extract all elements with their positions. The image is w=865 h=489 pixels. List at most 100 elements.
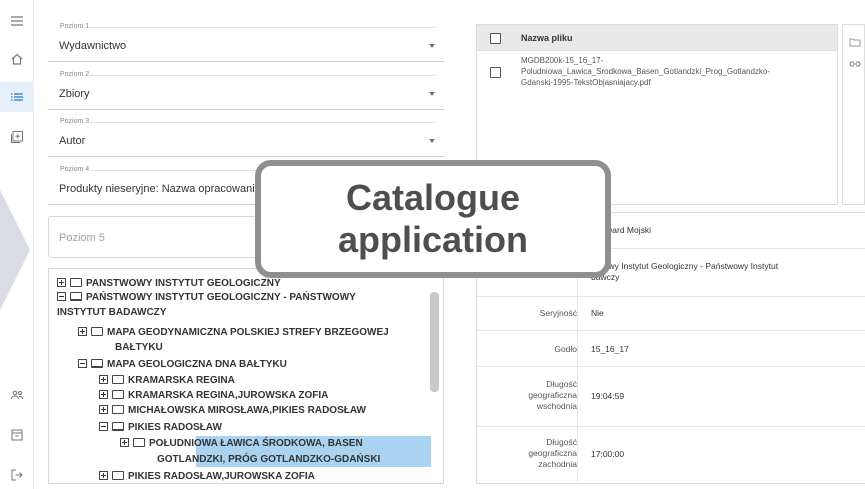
folder-icon	[112, 375, 124, 384]
tree-item-label: MICHAŁOWSKA MIROSŁAWA,PIKIES RADOSŁAW	[128, 405, 366, 416]
add-box-icon[interactable]	[0, 122, 34, 152]
metadata-key-line: geograficzna	[528, 448, 577, 458]
list-icon[interactable]	[0, 82, 34, 112]
folder-icon	[91, 327, 103, 336]
metadata-key: Seryjność	[539, 308, 577, 318]
metadata-key-line: geograficzna	[528, 390, 577, 400]
menu-icon[interactable]	[0, 6, 34, 36]
expand-icon[interactable]	[120, 438, 129, 447]
tree-item-selected[interactable]: POŁUDNIOWA ŁAWICA ŚRODKOWA, BASEN	[120, 437, 363, 450]
metadata-value: stwowy Instytut Geologiczny - Państwowy …	[591, 261, 851, 283]
tree-item-label: KRAMARSKA REGINA	[128, 375, 235, 386]
tree-item-label: MAPA GEOLOGICZNA DNA BAŁTYKU	[107, 359, 287, 370]
chevron-decoration	[0, 190, 30, 310]
metadata-value: 15_16_17	[591, 344, 629, 354]
metadata-key-line: zachodnia	[538, 459, 577, 469]
level1-select[interactable]: Poziom 1 Wydawnictwo	[48, 22, 444, 62]
level4-value: Produkty nieseryjne: Nazwa opracowania	[59, 183, 261, 195]
folder-icon	[112, 471, 124, 480]
metadata-row: Długość geograficzna zachodnia 17:00:00	[477, 427, 865, 485]
folder-icon	[70, 278, 82, 287]
expand-icon[interactable]	[99, 405, 108, 414]
metadata-value-line: stwowy Instytut Geologiczny - Państwowy …	[591, 261, 779, 271]
tree-item[interactable]: PANSTWOWY INSTYTUT GEOLOGICZNY	[57, 277, 281, 290]
callout-line1: Catalogue	[345, 177, 521, 218]
select-all-checkbox[interactable]	[490, 33, 501, 44]
home-icon[interactable]	[0, 44, 34, 74]
logout-icon[interactable]	[0, 460, 34, 489]
tree-item[interactable]: MAPA GEODYNAMICZNA POLSKIEJ STREFY BRZEG…	[78, 326, 389, 339]
link-icon[interactable]	[849, 59, 861, 69]
tree-item-label: PIKIES RADOSŁAW,JUROWSKA ZOFIA	[128, 471, 315, 482]
collapse-icon[interactable]	[78, 359, 87, 368]
file-name-header: Nazwa pliku	[521, 33, 573, 43]
chevron-down-icon	[429, 44, 435, 48]
folder-open-icon	[91, 359, 103, 368]
level2-label: Poziom 2	[60, 71, 90, 78]
tree-item[interactable]: MICHAŁOWSKA MIROSŁAWA,PIKIES RADOSŁAW	[99, 404, 366, 417]
collapse-icon[interactable]	[99, 422, 108, 431]
expand-icon[interactable]	[78, 327, 87, 336]
metadata-key: Godło	[554, 344, 577, 354]
expand-icon[interactable]	[57, 278, 66, 287]
archive-icon[interactable]	[0, 420, 34, 450]
metadata-key: Długość geograficzna wschodnia	[477, 379, 577, 412]
tree-item-label-cont: INSTYTUT BADAWCZY	[57, 307, 167, 318]
folder-icon[interactable]	[849, 37, 861, 47]
file-checkbox[interactable]	[490, 67, 501, 78]
metadata-value: f Edward Mojski	[591, 225, 651, 235]
metadata-key-line: Długość	[546, 379, 577, 389]
file-name-line: Poludniowa_Lawica_Srodkowa_Basen_Gotland…	[521, 67, 771, 76]
metadata-value: Nie	[591, 308, 604, 318]
level2-value: Zbiory	[59, 88, 90, 100]
tree-item[interactable]: PAŃSTWOWY INSTYTUT GEOLOGICZNY - PAŃSTWO…	[57, 291, 356, 304]
folder-icon	[133, 438, 145, 447]
expand-icon[interactable]	[99, 471, 108, 480]
folder-icon	[112, 405, 124, 414]
metadata-value-line: dawczy	[591, 272, 620, 282]
expand-icon[interactable]	[99, 375, 108, 384]
tree-item-label: MAPA GEODYNAMICZNA POLSKIEJ STREFY BRZEG…	[107, 327, 389, 338]
metadata-row: Długość geograficzna wschodnia 19:04:59	[477, 367, 865, 427]
file-name-line: Gdanski-1995-TekstObjasniajacy.pdf	[521, 78, 651, 87]
tree-scrollbar[interactable]	[430, 292, 439, 392]
file-tools	[842, 24, 865, 205]
tree-panel: PANSTWOWY INSTYTUT GEOLOGICZNY PAŃSTWOWY…	[48, 268, 444, 484]
file-name[interactable]: MGDB200k-15_16_17- Poludniowa_Lawica_Sro…	[521, 55, 770, 88]
tree-item[interactable]: PIKIES RADOSŁAW,JUROWSKA ZOFIA	[99, 470, 315, 483]
tree-item-label: POŁUDNIOWA ŁAWICA ŚRODKOWA, BASEN	[149, 438, 363, 449]
tree-item-label-cont: GOTLANDZKI, PRÓG GOTLANDZKO-GDAŃSKI	[157, 454, 381, 465]
callout-line2: application	[337, 219, 529, 260]
metadata-row: Seryjność Nie	[477, 297, 865, 331]
collapse-icon[interactable]	[57, 292, 66, 301]
tree-item-label: KRAMARSKA REGINA,JUROWSKA ZOFIA	[128, 390, 329, 401]
metadata-key-line: Długość	[546, 437, 577, 447]
tree-item-label: PAŃSTWOWY INSTYTUT GEOLOGICZNY - PAŃSTWO…	[86, 292, 356, 303]
level4-label: Poziom 4	[60, 166, 90, 173]
tree-item[interactable]: PIKIES RADOSŁAW	[99, 421, 222, 434]
level5-placeholder: Poziom 5	[59, 232, 105, 244]
tree-item[interactable]: KRAMARSKA REGINA	[99, 374, 235, 387]
tree-item[interactable]: MAPA GEOLOGICZNA DNA BAŁTYKU	[78, 358, 287, 371]
folder-open-icon	[112, 422, 124, 431]
level1-label: Poziom 1	[60, 23, 90, 30]
callout-banner: Catalogue application	[255, 160, 611, 278]
tree-item-label: PANSTWOWY INSTYTUT GEOLOGICZNY	[86, 278, 281, 289]
file-name-line: MGDB200k-15_16_17-	[521, 56, 604, 65]
tree-item-label: PIKIES RADOSŁAW	[128, 422, 222, 433]
chevron-down-icon	[429, 139, 435, 143]
level3-value: Autor	[59, 135, 86, 147]
level2-select[interactable]: Poziom 2 Zbiory	[48, 70, 444, 110]
tree-item-label-cont: BAŁTYKU	[115, 342, 163, 353]
metadata-key: Długość geograficzna zachodnia	[477, 437, 577, 470]
level1-value: Wydawnictwo	[59, 40, 127, 52]
files-table-header: Nazwa pliku	[477, 25, 837, 51]
users-icon[interactable]	[0, 380, 34, 410]
level3-select[interactable]: Poziom 3 Autor	[48, 117, 444, 157]
metadata-key-line: wschodnia	[536, 401, 577, 411]
tree-item[interactable]: KRAMARSKA REGINA,JUROWSKA ZOFIA	[99, 389, 328, 402]
metadata-row: Godło 15_16_17	[477, 331, 865, 367]
metadata-value: 17:00:00	[591, 449, 625, 459]
metadata-value: 19:04:59	[591, 391, 625, 401]
expand-icon[interactable]	[99, 390, 108, 399]
